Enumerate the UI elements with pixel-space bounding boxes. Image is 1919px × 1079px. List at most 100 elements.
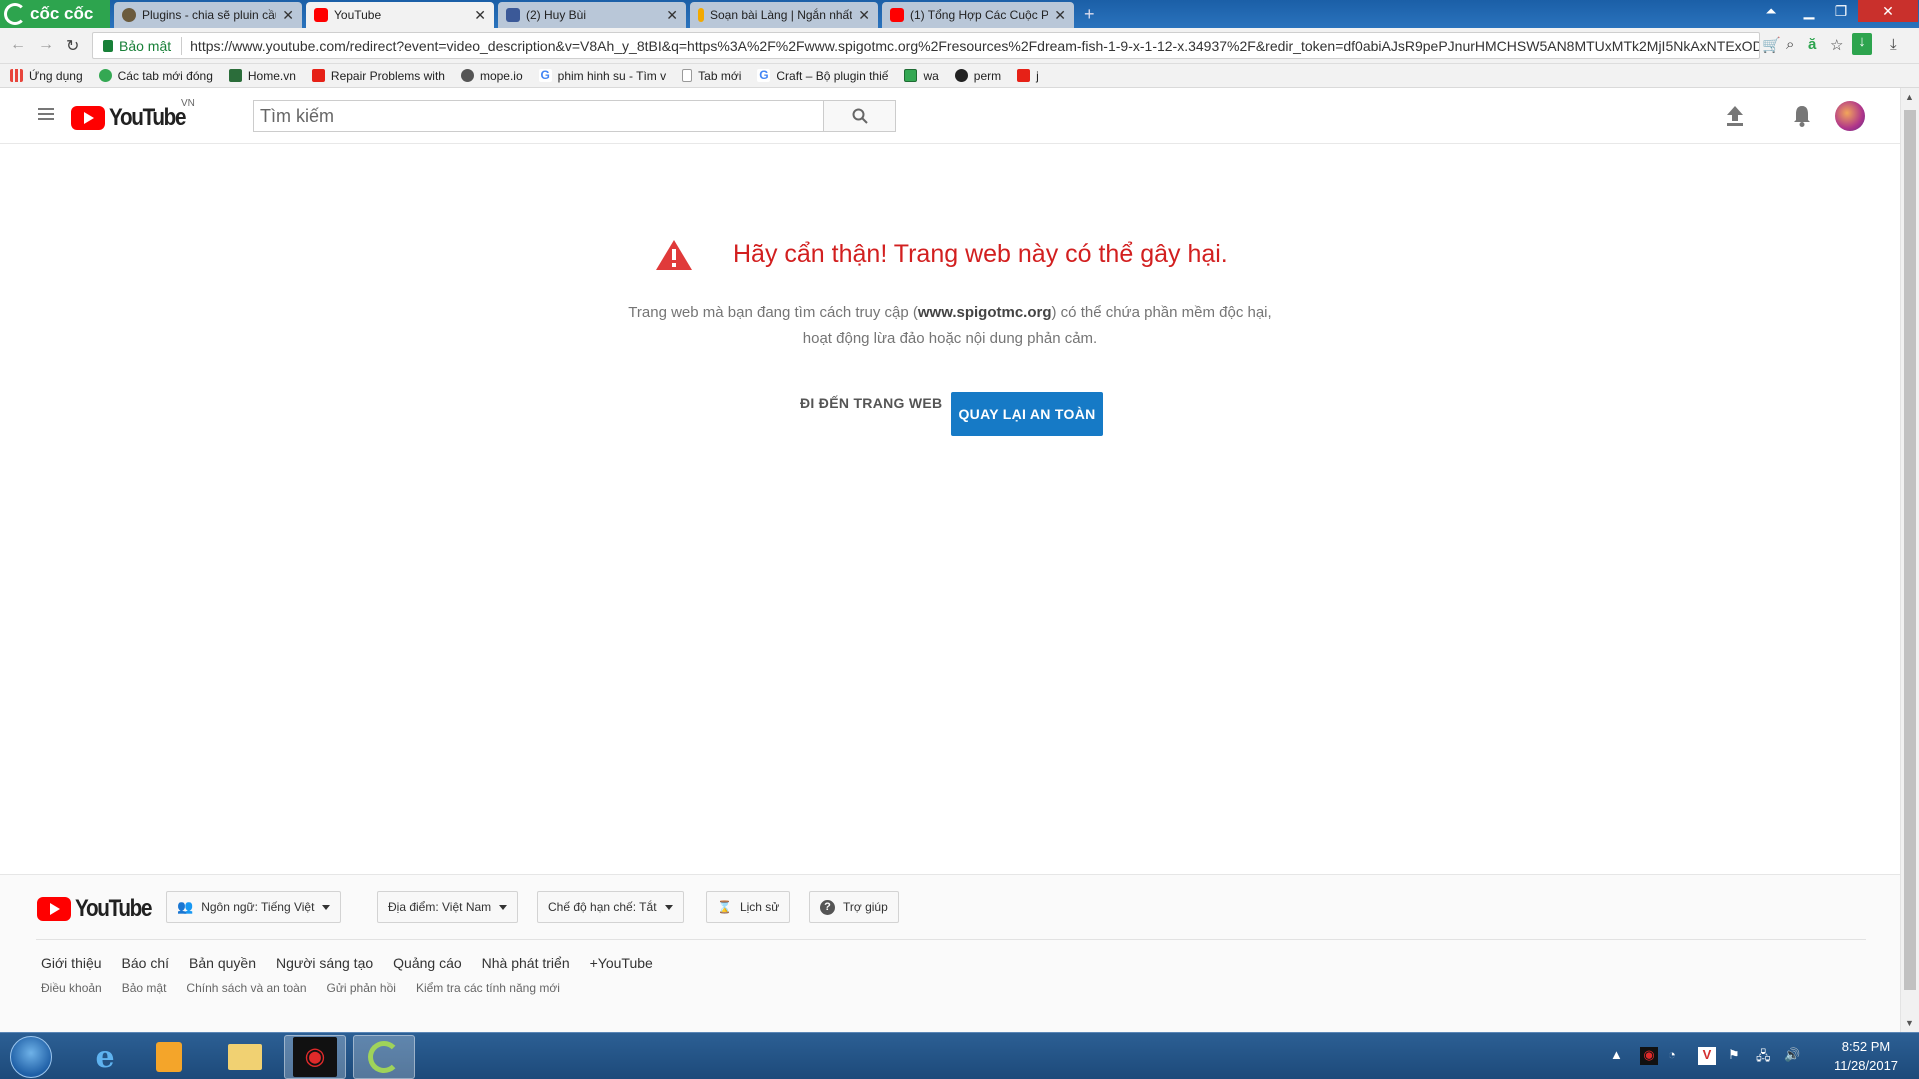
scroll-up-icon[interactable]: ▲ xyxy=(1905,92,1914,102)
location-picker[interactable]: Địa điểm: Việt Nam xyxy=(377,891,519,923)
bookmark-perm[interactable]: perm xyxy=(954,68,1002,83)
internet-explorer-icon[interactable]: e xyxy=(74,1035,136,1079)
footer-link[interactable]: Bảo mật xyxy=(122,981,167,995)
warning-title: Hãy cẩn thận! Trang web này có thể gây h… xyxy=(733,240,1228,268)
page-scrollbar[interactable]: ▲ ▼ xyxy=(1900,88,1919,1032)
help-button[interactable]: ? Trợ giúp xyxy=(809,891,899,923)
dropdown-icon[interactable]: ⏶ xyxy=(1752,0,1790,22)
vietkey-icon[interactable]: V xyxy=(1698,1047,1716,1065)
notifications-bell-icon[interactable] xyxy=(1790,104,1814,128)
bookmark-craft[interactable]: G Craft – Bộ plugin thiế xyxy=(757,69,888,83)
action-center-flag-icon[interactable]: ⚑ xyxy=(1728,1047,1740,1063)
star-bookmark-icon[interactable]: ☆ xyxy=(1830,36,1843,54)
youtube-icon xyxy=(1017,69,1031,82)
hourglass-icon: ⌛ xyxy=(717,900,732,914)
new-tab-button[interactable]: + xyxy=(1084,4,1095,25)
mope-icon xyxy=(460,69,474,82)
shopping-cart-icon[interactable]: 🛒 xyxy=(1762,36,1781,54)
restricted-mode-picker[interactable]: Chế độ hạn chế: Tắt xyxy=(537,891,684,923)
menu-icon[interactable] xyxy=(38,108,54,120)
file-explorer-icon[interactable] xyxy=(214,1035,276,1079)
address-bar[interactable]: Bảo mật https://www.youtube.com/redirect… xyxy=(92,32,1760,59)
close-tab-icon[interactable]: ✕ xyxy=(282,7,294,24)
forward-arrow-icon[interactable]: → xyxy=(38,36,54,54)
close-tab-icon[interactable]: ✕ xyxy=(474,7,486,24)
tab-tong-hop[interactable]: (1) Tổng Hợp Các Cuộc Ph ✕ xyxy=(882,2,1074,28)
footer-link[interactable]: Quảng cáo xyxy=(393,955,462,971)
country-code: VN xyxy=(181,98,195,109)
scrollbar-thumb[interactable] xyxy=(1904,110,1916,990)
footer-link[interactable]: Điều khoản xyxy=(41,981,102,995)
avatar[interactable] xyxy=(1835,101,1865,131)
language-label: Ngôn ngữ: Tiếng Việt xyxy=(201,900,315,914)
coccoc-tray-icon[interactable]: ◔ xyxy=(1668,1047,1676,1062)
language-picker[interactable]: 👥 Ngôn ngữ: Tiếng Việt xyxy=(166,891,342,923)
browser-tab-bar: cốc cốc Plugins - chia sẽ pluin cầu ✕ Yo… xyxy=(0,0,1919,28)
bookmark-apps[interactable]: Ứng dụng xyxy=(10,69,83,83)
bookmark-j[interactable]: j xyxy=(1017,69,1039,83)
tab-title: YouTube xyxy=(334,8,382,22)
tab-title: Soạn bài Làng | Ngắn nhất xyxy=(710,8,853,22)
coccoc-taskbar-icon[interactable] xyxy=(353,1035,415,1079)
media-player-icon[interactable] xyxy=(138,1035,200,1079)
youtube-logo[interactable]: YouTube VN xyxy=(71,98,198,132)
upload-icon[interactable] xyxy=(1723,104,1747,128)
bookmark-closed-tabs[interactable]: Các tab mới đóng xyxy=(98,69,213,83)
coccoc-menu-button[interactable]: cốc cốc xyxy=(0,0,110,28)
proceed-to-site-button[interactable]: ĐI ĐẾN TRANG WEB xyxy=(800,392,942,414)
download-icon[interactable]: ↓ xyxy=(1852,33,1872,55)
footer-link[interactable]: Kiểm tra các tính năng mới xyxy=(416,981,560,995)
scroll-down-icon[interactable]: ▼ xyxy=(1905,1018,1914,1028)
downloads-icon[interactable]: ⤓ xyxy=(1890,36,1897,53)
footer-link[interactable]: Người sáng tạo xyxy=(276,955,373,971)
bookmark-mope[interactable]: mope.io xyxy=(460,68,523,83)
bookmark-label: Ứng dụng xyxy=(29,68,83,83)
close-window-button[interactable]: ✕ xyxy=(1858,0,1918,22)
url-text[interactable]: https://www.youtube.com/redirect?event=v… xyxy=(190,38,1759,54)
back-arrow-icon[interactable]: ← xyxy=(10,36,26,54)
restore-button[interactable]: ❐ xyxy=(1822,0,1860,22)
tab-facebook[interactable]: (2) Huy Bùi ✕ xyxy=(498,2,686,28)
bookmark-repair[interactable]: Repair Problems with xyxy=(311,69,445,83)
volume-icon[interactable]: 🔊 xyxy=(1784,1047,1800,1063)
close-tab-icon[interactable]: ✕ xyxy=(666,7,678,24)
footer-link[interactable]: Báo chí xyxy=(122,955,169,971)
bookmark-phim[interactable]: G phim hinh su - Tìm v xyxy=(538,68,667,83)
footer-link[interactable]: Chính sách và an toàn xyxy=(186,981,306,995)
bookmark-wa[interactable]: wa xyxy=(904,69,939,83)
start-button[interactable] xyxy=(10,1036,52,1078)
reload-icon[interactable]: ↻ xyxy=(66,36,79,56)
back-to-safety-button[interactable]: QUAY LẠI AN TOÀN xyxy=(951,392,1103,436)
tab-plugins[interactable]: Plugins - chia sẽ pluin cầu ✕ xyxy=(114,2,302,28)
history-button[interactable]: ⌛ Lịch sử xyxy=(706,891,791,923)
system-clock[interactable]: 8:52 PM 11/28/2017 xyxy=(1818,1037,1914,1075)
tab-youtube[interactable]: YouTube ✕ xyxy=(306,2,494,28)
footer-link[interactable]: Nhà phát triển xyxy=(482,955,570,971)
garena-icon[interactable]: ◉ xyxy=(284,1035,346,1079)
close-tab-icon[interactable]: ✕ xyxy=(1054,7,1066,24)
close-tab-icon[interactable]: ✕ xyxy=(858,7,870,24)
bookmark-label: perm xyxy=(973,68,1002,83)
bookmark-label: mope.io xyxy=(479,68,523,83)
zoom-icon[interactable]: ⌕ xyxy=(1786,36,1794,53)
footer-youtube-logo[interactable]: YouTube xyxy=(37,895,164,923)
footer-link[interactable]: +YouTube xyxy=(590,955,653,971)
tab-soan-bai[interactable]: Soạn bài Làng | Ngắn nhất ✕ xyxy=(690,2,878,28)
footer-link[interactable]: Giới thiệu xyxy=(41,955,102,971)
show-hidden-icons[interactable]: ▲ xyxy=(1610,1047,1623,1062)
chevron-down-icon xyxy=(322,904,331,910)
bookmark-new-tab[interactable]: Tab mới xyxy=(682,69,741,83)
history-icon xyxy=(98,69,112,82)
footer-link[interactable]: Bản quyền xyxy=(189,955,256,971)
bookmark-label: phim hinh su - Tìm v xyxy=(557,68,667,83)
garena-tray-icon[interactable]: ◉ xyxy=(1640,1047,1658,1065)
footer-link[interactable]: Gửi phản hồi xyxy=(327,981,396,995)
search-input[interactable] xyxy=(254,101,823,131)
bookmark-label: j xyxy=(1036,68,1039,83)
network-icon[interactable]: 🖧 xyxy=(1756,1047,1771,1069)
github-icon xyxy=(954,69,968,82)
site-favicon-icon xyxy=(698,8,704,22)
bookmark-homevn[interactable]: Home.vn xyxy=(228,69,296,83)
search-button[interactable] xyxy=(823,101,895,131)
typing-icon[interactable]: ă xyxy=(1808,36,1816,53)
